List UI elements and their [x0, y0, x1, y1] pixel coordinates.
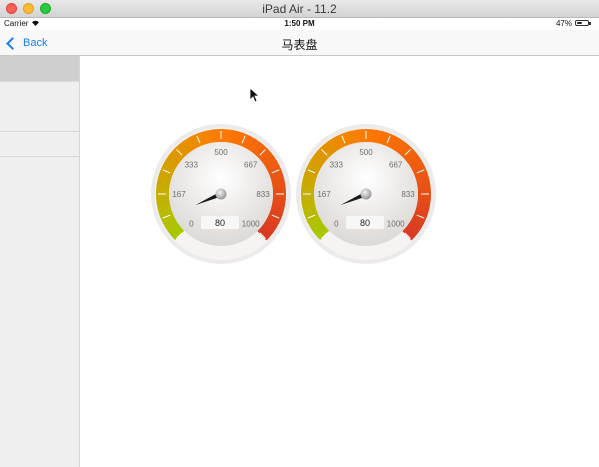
gauge-tick-label: 667 — [244, 160, 258, 169]
gauge-hub — [360, 188, 372, 200]
mouse-cursor-icon — [249, 87, 259, 103]
battery-tip — [589, 22, 591, 25]
gauge-tick-label: 0 — [334, 220, 339, 229]
gauge-tick-label: 167 — [172, 190, 186, 199]
simulator-title-bar: iPad Air - 11.2 — [0, 0, 599, 18]
gauge-tick-label: 333 — [185, 160, 199, 169]
battery-percent: 47% — [555, 19, 572, 28]
gauge-tick-label: 1000 — [387, 220, 405, 229]
gauge-value: 80 — [215, 218, 225, 228]
gauge-tick-label: 833 — [256, 190, 270, 199]
gauge-tick-label: 667 — [389, 160, 403, 169]
gauge-tick-label: 833 — [401, 190, 415, 199]
ios-screen: Carrier 1:50 PM 47% Back 马表盘 0 167 333 500 6… — [0, 18, 599, 467]
sidebar-item[interactable] — [0, 82, 79, 132]
speedometer-gauge: 0 167 333 500 667 833 1000 80 — [151, 124, 291, 264]
gauge-tick-label: 500 — [214, 148, 228, 157]
page-title: 马表盘 — [281, 38, 318, 52]
gauge-hub — [215, 188, 227, 200]
sidebar — [0, 56, 80, 467]
sidebar-item-selected[interactable] — [0, 56, 79, 82]
gauge-tick-label: 167 — [317, 190, 331, 199]
status-time: 1:50 PM — [284, 19, 315, 28]
gauge-tick-label: 0 — [189, 220, 194, 229]
speedometer-gauge: 0 167 333 500 667 833 1000 80 — [296, 124, 436, 264]
sidebar-item[interactable] — [0, 132, 79, 157]
navigation-bar: Back 马表盘 — [0, 30, 599, 56]
battery-icon — [575, 20, 589, 26]
gauge-tick-label: 1000 — [242, 220, 260, 229]
content-area: 0 167 333 500 667 833 1000 80 0 167 333 500 667 833 1… — [80, 56, 599, 467]
gauge-value: 80 — [360, 218, 370, 228]
window-title: iPad Air - 11.2 — [262, 2, 337, 16]
gauge-tick-label: 500 — [359, 148, 373, 157]
status-bar: Carrier 1:50 PM 47% — [0, 18, 599, 30]
gauge-tick-label: 333 — [330, 160, 344, 169]
